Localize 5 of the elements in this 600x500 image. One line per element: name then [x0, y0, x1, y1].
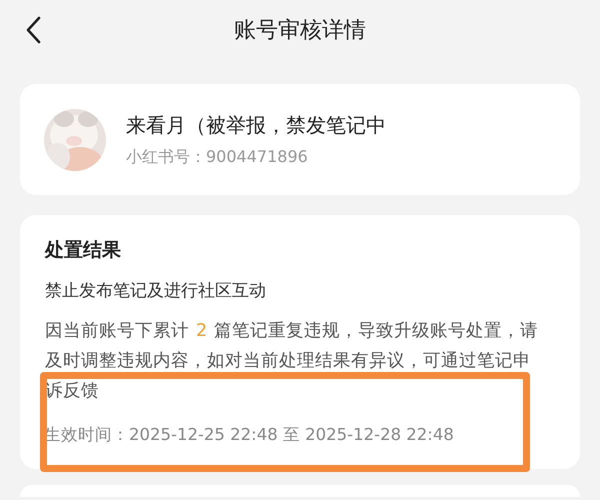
- penalty-summary: 禁止发布笔记及进行社区互动: [45, 280, 267, 302]
- account-name: 来看月（被举报，禁发笔记中: [126, 112, 386, 138]
- account-id: 小红书号：9004471896: [126, 146, 309, 168]
- section-heading: 处置结果: [45, 238, 122, 263]
- page-title: 账号审核详情: [234, 17, 366, 45]
